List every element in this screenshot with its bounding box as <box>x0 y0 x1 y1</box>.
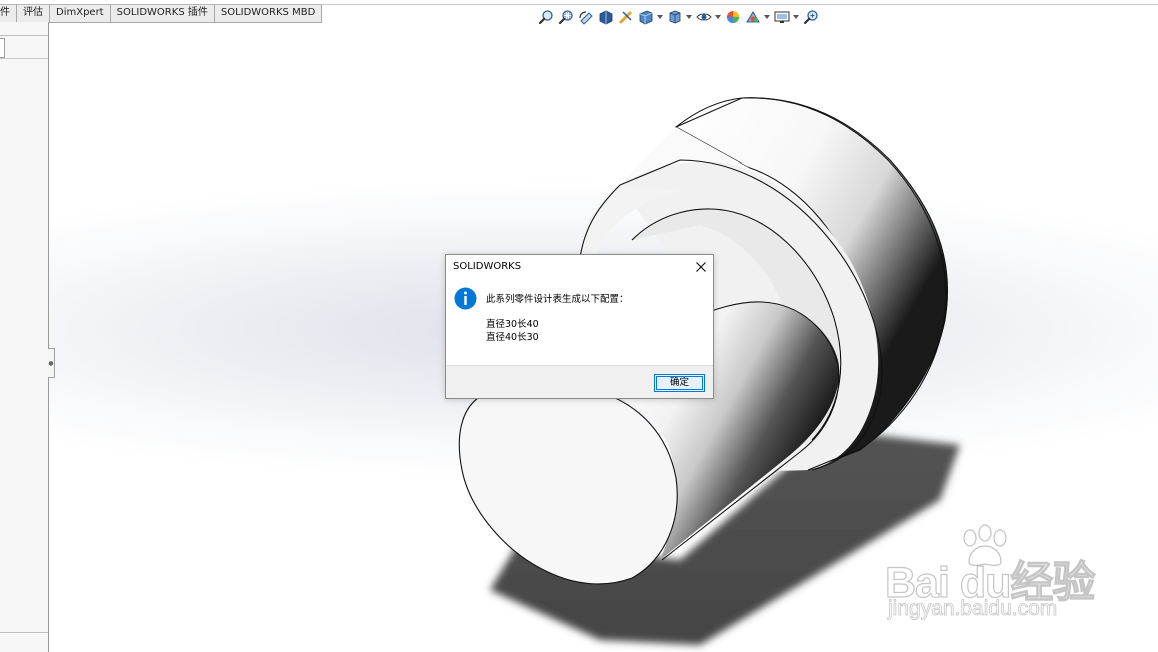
tab-solidworks-addins[interactable]: SOLIDWORKS 插件 <box>110 5 215 23</box>
heads-up-view-toolbar <box>536 7 820 27</box>
collapse-arrow-icon: ● <box>48 359 54 367</box>
view-settings-icon[interactable] <box>772 8 791 27</box>
display-style-dropdown[interactable] <box>685 8 693 27</box>
configuration-name: 直径40长30 <box>486 332 539 343</box>
dialog-title: SOLIDWORKS <box>453 261 522 272</box>
apply-scene-dropdown[interactable] <box>763 8 771 27</box>
view-settings-dropdown[interactable] <box>792 8 800 27</box>
pane-filter-box[interactable] <box>0 38 5 58</box>
toolbar-separator-line <box>294 4 1158 5</box>
close-icon <box>695 261 706 272</box>
ok-button[interactable]: 确定 <box>654 374 705 392</box>
pane-divider <box>0 632 48 633</box>
zoom-icon[interactable] <box>801 8 820 27</box>
solidworks-message-dialog: SOLIDWORKS 此系列零件设计表生成以下配置： 直径30长40 直径40长… <box>445 254 714 399</box>
previous-view-icon[interactable] <box>576 8 595 27</box>
small-cylinder-end-face[interactable] <box>458 384 678 585</box>
command-manager-tabs: 件 评估 DimXpert SOLIDWORKS 插件 SOLIDWORKS M… <box>0 4 323 23</box>
section-view-icon[interactable] <box>596 8 615 27</box>
zoom-to-fit-icon[interactable] <box>536 8 555 27</box>
info-icon <box>454 287 477 310</box>
hide-show-items-icon[interactable] <box>694 8 713 27</box>
pane-collapse-handle[interactable]: ● <box>48 348 55 378</box>
close-button[interactable] <box>693 259 708 274</box>
dialog-message: 此系列零件设计表生成以下配置： <box>486 294 629 305</box>
pane-divider <box>0 58 48 59</box>
view-orientation-icon[interactable] <box>636 8 655 27</box>
tab-evaluate[interactable]: 评估 <box>17 5 50 23</box>
edit-appearance-icon[interactable] <box>723 8 742 27</box>
tab-dimxpert[interactable]: DimXpert <box>50 5 111 23</box>
dialog-footer: 确定 <box>446 365 713 398</box>
configuration-name: 直径30长40 <box>486 319 539 330</box>
tab-solidworks-mbd[interactable]: SOLIDWORKS MBD <box>214 5 323 23</box>
view-orientation-dropdown[interactable] <box>656 8 664 27</box>
apply-scene-icon[interactable] <box>743 8 762 27</box>
hide-show-dropdown[interactable] <box>714 8 722 27</box>
feature-manager-pane[interactable] <box>0 22 49 652</box>
tab-sketch[interactable]: 件 <box>0 5 17 23</box>
dynamic-annotation-icon[interactable] <box>616 8 635 27</box>
pane-divider <box>0 35 48 36</box>
zoom-to-area-icon[interactable] <box>556 8 575 27</box>
baidu-jingyan-watermark: Bai du经验 jingyan.baidu.com <box>884 524 1100 630</box>
display-style-icon[interactable] <box>665 8 684 27</box>
watermark-url: jingyan.baidu.com <box>888 597 1058 621</box>
